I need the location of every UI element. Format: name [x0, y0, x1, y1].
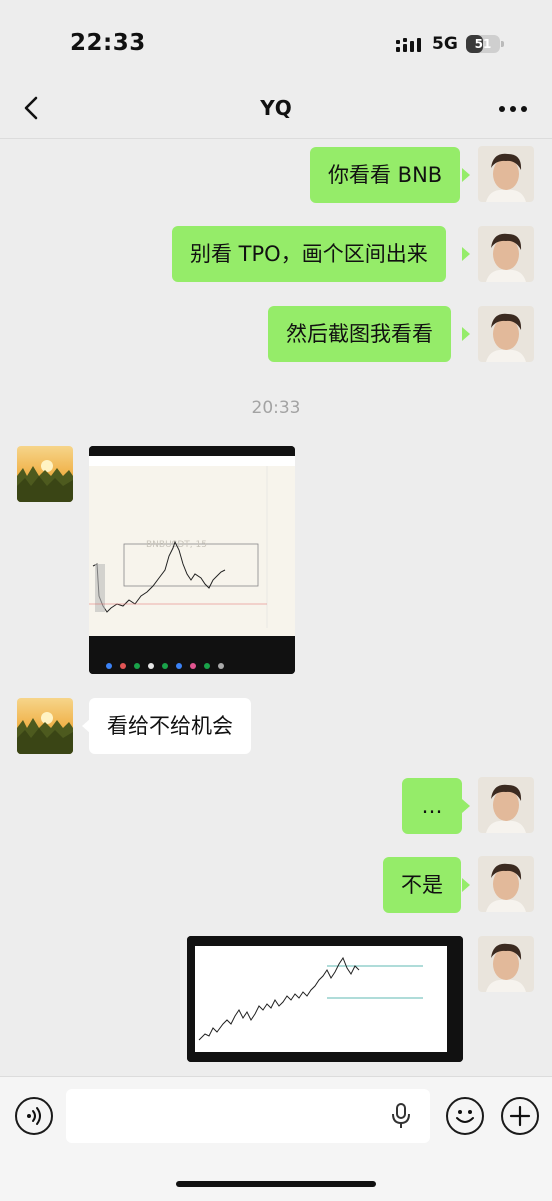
chat-title[interactable]: YQ	[0, 96, 552, 120]
status-bar: 22:33 5G 51	[0, 0, 552, 80]
chat-header: YQ	[0, 80, 552, 139]
avatar-self[interactable]	[478, 306, 534, 362]
battery-icon: 51	[466, 35, 500, 53]
message-bubble-incoming[interactable]: 看给不给机会	[89, 698, 251, 754]
signal-icon	[396, 38, 421, 52]
image-message-chart[interactable]	[187, 936, 463, 1062]
avatar-self[interactable]	[478, 226, 534, 282]
avatar-photo-self	[478, 226, 534, 282]
message-bubble-outgoing[interactable]: 你看看 BNB	[310, 147, 461, 203]
avatar-self[interactable]	[478, 936, 534, 992]
avatar-contact[interactable]	[17, 446, 73, 502]
avatar-photo-contact	[17, 698, 73, 754]
message-input[interactable]	[66, 1089, 430, 1143]
battery-nub	[501, 41, 504, 47]
avatar-photo-self	[478, 146, 534, 202]
message-bubble-outgoing[interactable]: 然后截图我看看	[268, 306, 451, 362]
avatar-photo-contact	[17, 446, 73, 502]
voice-icon[interactable]	[15, 1097, 53, 1135]
plus-icon[interactable]	[501, 1097, 539, 1135]
avatar-self[interactable]	[478, 856, 534, 912]
smile-face-icon	[456, 1110, 474, 1123]
battery-level: 51	[474, 37, 492, 51]
add-plus-icon	[509, 1105, 531, 1127]
voice-waves-icon	[27, 1107, 41, 1125]
mic-icon[interactable]	[390, 1102, 412, 1130]
message-bubble-outgoing[interactable]: 别看 TPO，画个区间出来	[172, 226, 446, 282]
avatar-contact[interactable]	[17, 698, 73, 754]
avatar-photo-self	[478, 856, 534, 912]
bubble-tail	[462, 878, 470, 892]
chart-screenshot-image: BNBUSDT, 15	[89, 446, 295, 674]
image-message-chart[interactable]: BNBUSDT, 15	[89, 446, 295, 674]
message-bubble-outgoing[interactable]: 不是	[383, 857, 461, 913]
bubble-tail	[462, 168, 470, 182]
avatar-self[interactable]	[478, 146, 534, 202]
avatar-photo-self	[478, 777, 534, 833]
avatar-photo-self	[478, 306, 534, 362]
network-type: 5G	[432, 34, 458, 54]
bubble-tail	[462, 247, 470, 261]
emoji-icon[interactable]	[446, 1097, 484, 1135]
message-bubble-outgoing[interactable]: …	[402, 778, 462, 834]
bubble-tail	[462, 799, 470, 813]
status-time: 22:33	[70, 30, 146, 56]
home-indicator[interactable]	[176, 1181, 376, 1187]
more-dots-icon[interactable]	[498, 104, 528, 114]
bubble-tail	[462, 327, 470, 341]
avatar-photo-self	[478, 936, 534, 992]
chart-screenshot-image	[187, 936, 463, 1062]
chat-timestamp: 20:33	[251, 398, 301, 418]
avatar-self[interactable]	[478, 777, 534, 833]
